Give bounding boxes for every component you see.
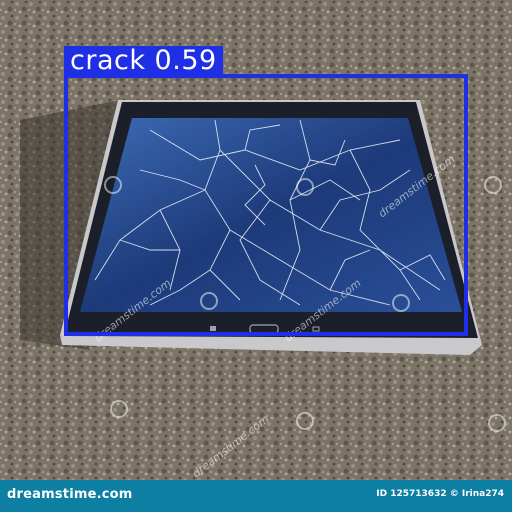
watermark-logo-icon — [484, 176, 502, 194]
detection-bounding-box — [64, 74, 468, 336]
photo-scene: dreamstime.com dreamstime.com dreamstime… — [0, 0, 512, 512]
watermark-logo-icon — [488, 414, 506, 432]
footer-brand: dreamstime.com — [7, 487, 133, 502]
detection-label: crack 0.59 — [64, 46, 223, 76]
footer-image-id: ID 125713632 © Irina274 — [376, 489, 504, 499]
watermark-logo-icon — [110, 400, 128, 418]
stock-footer-bar: dreamstime.com ID 125713632 © Irina274 — [0, 480, 512, 512]
watermark-logo-icon — [296, 412, 314, 430]
